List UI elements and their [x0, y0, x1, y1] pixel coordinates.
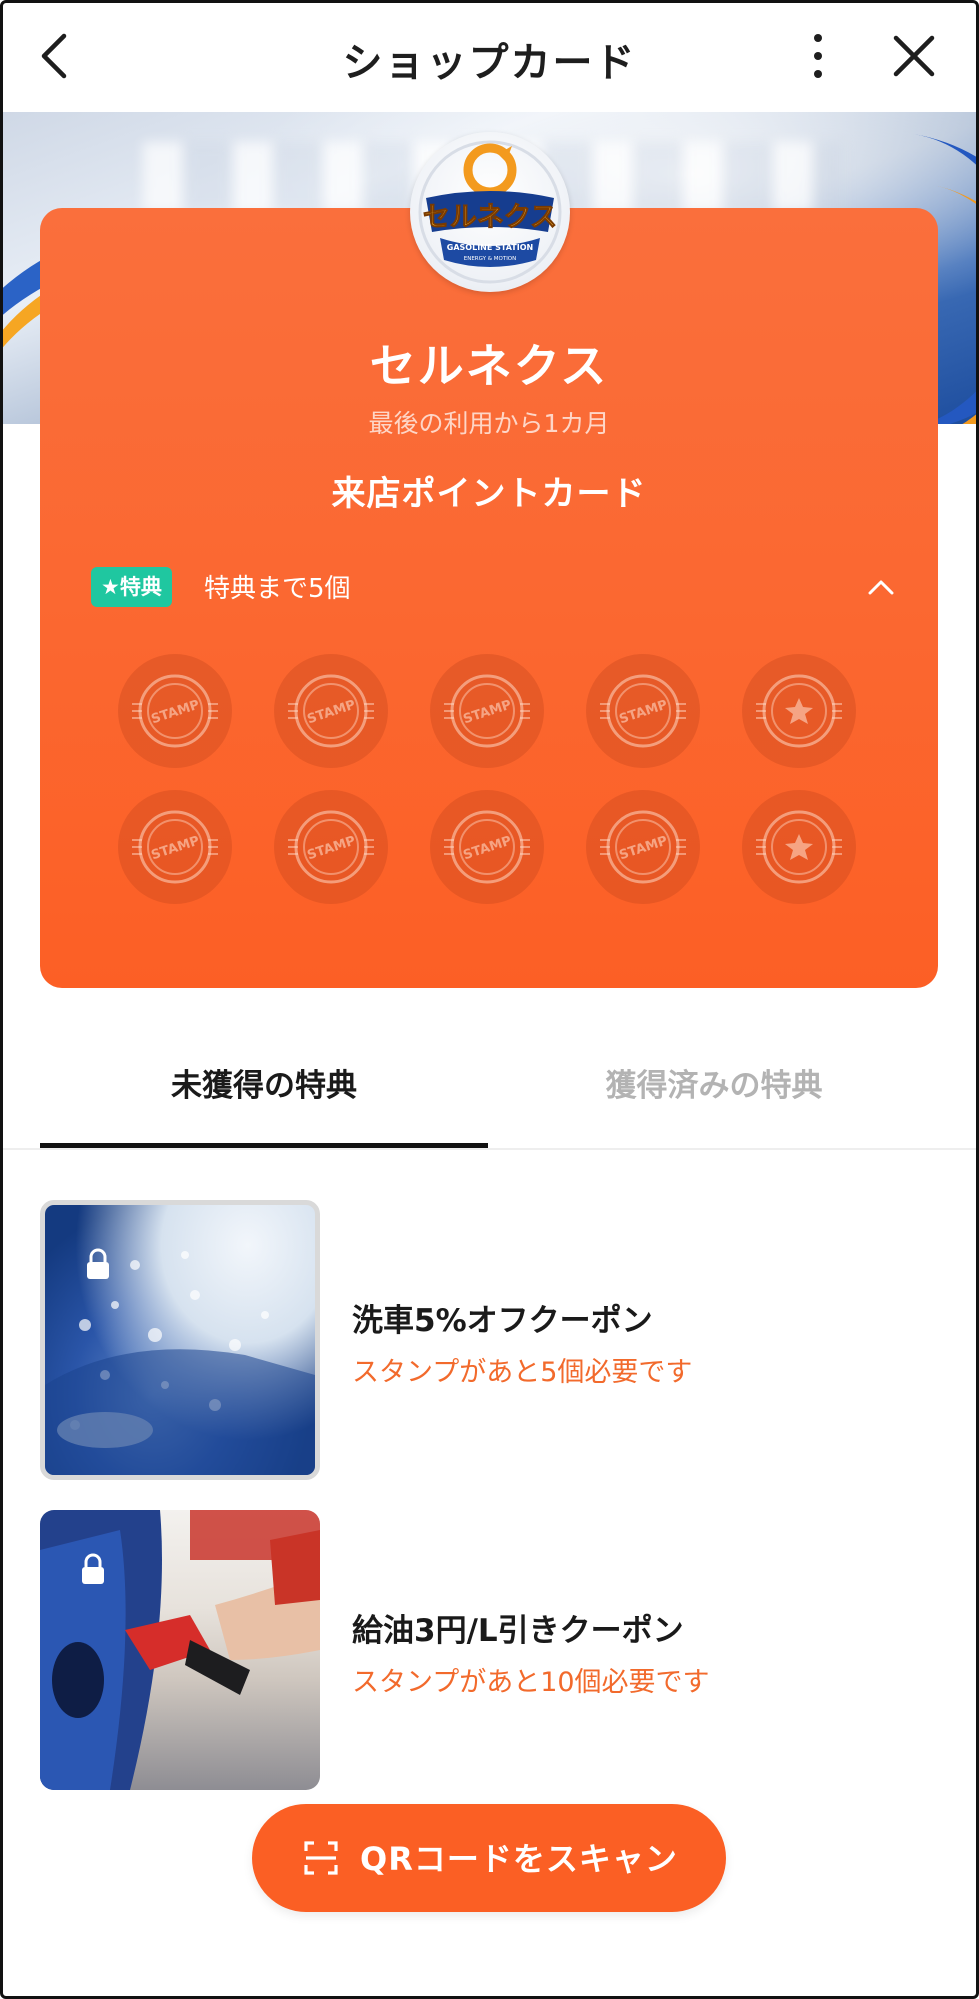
lock-icon: [87, 1248, 109, 1279]
coupon-item[interactable]: 給油3円/L引きクーポン スタンプがあと10個必要です: [40, 1510, 938, 1790]
refueling-photo: [40, 1510, 320, 1790]
stamp-label: STAMP: [149, 834, 201, 864]
tab-unclaimed-rewards[interactable]: 未獲得の特典: [40, 1060, 488, 1105]
stamp-slot: STAMP: [118, 790, 232, 904]
stamp-slot: STAMP: [274, 654, 388, 768]
reward-stamp-slot: [742, 654, 856, 768]
scan-button-label: QRコードをスキャン: [360, 1840, 678, 1878]
last-used-text: 最後の利用から1カ月: [368, 409, 610, 438]
star-icon: [785, 834, 813, 860]
tab-divider: [0, 1148, 979, 1150]
stamp-slot: STAMP: [430, 654, 544, 768]
stamp-label: STAMP: [149, 698, 201, 728]
stamp-slot: STAMP: [274, 790, 388, 904]
star-icon: [785, 698, 813, 724]
shop-logo: セルネクス GASOLINE STATION ENERGY & MOTION: [410, 132, 570, 292]
stamp-label: STAMP: [461, 834, 513, 864]
stamp-slot: STAMP: [118, 654, 232, 768]
stamp-label: STAMP: [305, 698, 357, 728]
coupon-requirement: スタンプがあと5個必要です: [352, 1357, 693, 1388]
scan-qr-button[interactable]: QRコードをスキャン: [252, 1804, 726, 1912]
logo-brand-text: セルネクス: [423, 202, 557, 233]
qr-scan-icon: [304, 1841, 338, 1875]
shop-name: セルネクス: [369, 339, 609, 393]
stamp-label: STAMP: [617, 834, 669, 864]
car-wash-photo: [40, 1200, 320, 1480]
more-vertical-icon[interactable]: [798, 30, 838, 82]
lock-icon: [82, 1553, 104, 1584]
stamp-grid: STAMP STAMP STAMP STAMP STAMP STAMP STAMP STAMP: [118, 654, 866, 904]
reward-badge: ★特典: [91, 567, 172, 607]
reward-stamp-slot: [742, 790, 856, 904]
logo-tagline: ENERGY & MOTION: [464, 256, 517, 262]
reward-remaining-text: 特典まで5個: [204, 574, 351, 604]
card-title: 来店ポイントカード: [331, 474, 647, 514]
chevron-up-icon[interactable]: [864, 570, 898, 604]
logo-sub-text: GASOLINE STATION: [447, 243, 533, 252]
point-card: セルネクス 最後の利用から1カ月 来店ポイントカード ★特典 特典まで5個 ST…: [40, 208, 938, 988]
stamp-label: STAMP: [617, 698, 669, 728]
stamp-label: STAMP: [305, 834, 357, 864]
coupon-title: 給油3円/L引きクーポン: [352, 1613, 684, 1649]
stamp-slot: STAMP: [430, 790, 544, 904]
top-bar: ショップカード: [0, 0, 979, 112]
stamp-slot: STAMP: [586, 790, 700, 904]
coupon-title: 洗車5%オフクーポン: [352, 1303, 653, 1339]
tab-claimed-rewards[interactable]: 獲得済みの特典: [490, 1060, 938, 1105]
coupon-item[interactable]: 洗車5%オフクーポン スタンプがあと5個必要です: [40, 1200, 938, 1480]
stamp-slot: STAMP: [586, 654, 700, 768]
coupon-requirement: スタンプがあと10個必要です: [352, 1667, 710, 1698]
stamp-label: STAMP: [461, 698, 513, 728]
close-icon[interactable]: [890, 32, 938, 80]
